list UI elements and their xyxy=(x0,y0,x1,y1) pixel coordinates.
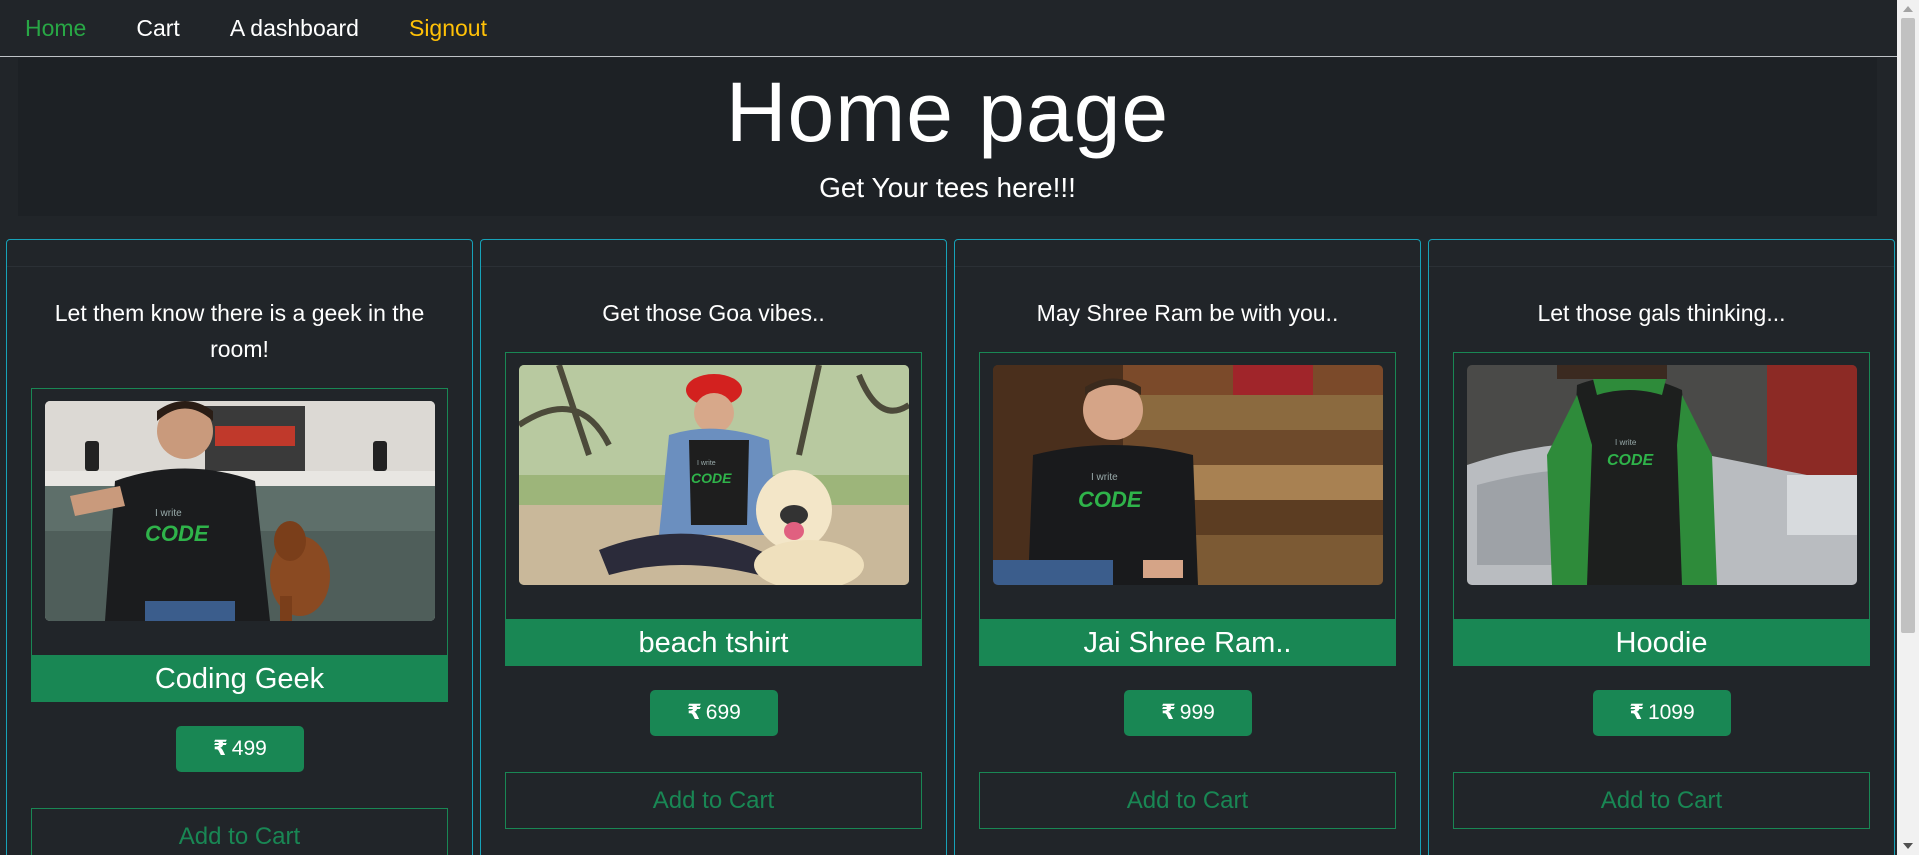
product-description: Get those Goa vibes.. xyxy=(602,300,825,326)
price-button[interactable]: ₹1099 xyxy=(1593,690,1731,736)
price-button[interactable]: ₹999 xyxy=(1124,690,1252,736)
tshirt-print-line2: CODE xyxy=(145,521,210,546)
add-to-cart-button[interactable]: Add to Cart xyxy=(1453,772,1870,829)
rupee-icon: ₹ xyxy=(1161,701,1176,724)
product-description: Let them know there is a geek in the roo… xyxy=(54,300,425,362)
tshirt-print-line1: I write xyxy=(1615,438,1637,447)
tshirt-print-line2: CODE xyxy=(1078,487,1143,512)
page: Home Cart A dashboard Signout Home page … xyxy=(0,0,1919,855)
card-divider xyxy=(7,266,472,267)
card-divider xyxy=(955,266,1420,267)
page-title: Home page xyxy=(725,65,1170,159)
tshirt-print-line2: CODE xyxy=(691,470,732,486)
rupee-icon: ₹ xyxy=(213,737,228,760)
product-title: beach tshirt xyxy=(505,620,922,666)
product-description: May Shree Ram be with you.. xyxy=(1036,300,1339,326)
page-subtitle: Get Your tees here!!! xyxy=(819,172,1076,203)
product-image-frame: I write CODE xyxy=(505,352,922,620)
price-value: 499 xyxy=(231,737,267,760)
product-image: I write CODE xyxy=(45,401,435,621)
product-title: Coding Geek xyxy=(31,656,448,702)
nav-home-link[interactable]: Home xyxy=(25,15,86,42)
product-title: Hoodie xyxy=(1453,620,1870,666)
add-to-cart-button[interactable]: Add to Cart xyxy=(31,808,448,855)
product-image-frame: I write CODE xyxy=(1453,352,1870,620)
scroll-down-icon[interactable] xyxy=(1903,843,1913,849)
product-card: May Shree Ram be with you.. I write CODE… xyxy=(954,239,1421,855)
nav-dashboard-link[interactable]: A dashboard xyxy=(230,15,359,42)
tshirt-print-line2: CODE xyxy=(1607,452,1655,469)
nav-cart-link[interactable]: Cart xyxy=(136,15,179,42)
product-image: I write CODE xyxy=(1467,365,1857,585)
scroll-up-icon[interactable] xyxy=(1903,6,1913,12)
navbar: Home Cart A dashboard Signout xyxy=(0,0,1897,57)
price-button[interactable]: ₹699 xyxy=(650,690,778,736)
card-divider xyxy=(481,266,946,267)
scrollbar-thumb[interactable] xyxy=(1901,18,1915,633)
rupee-icon: ₹ xyxy=(687,701,702,724)
product-description: Let those gals thinking... xyxy=(1537,300,1786,326)
jumbotron: Home page Get Your tees here!!! xyxy=(18,58,1877,216)
product-card: Let them know there is a geek in the roo… xyxy=(6,239,473,855)
product-image: I write CODE xyxy=(519,365,909,585)
price-value: 1099 xyxy=(1647,701,1695,724)
tshirt-print-line1: I write xyxy=(155,508,182,519)
vertical-scrollbar[interactable] xyxy=(1897,0,1919,855)
add-to-cart-button[interactable]: Add to Cart xyxy=(505,772,922,829)
product-image-frame: I write CODE xyxy=(979,352,1396,620)
tshirt-print-line1: I write xyxy=(1091,472,1118,483)
tshirt-print-line1: I write xyxy=(697,460,716,467)
rupee-icon: ₹ xyxy=(1629,701,1644,724)
price-value: 699 xyxy=(705,701,741,724)
product-image-frame: I write CODE xyxy=(31,388,448,656)
product-card: Let those gals thinking... I write CODE xyxy=(1428,239,1895,855)
add-to-cart-button[interactable]: Add to Cart xyxy=(979,772,1396,829)
product-card: Get those Goa vibes.. I write CODE beach… xyxy=(480,239,947,855)
product-title: Jai Shree Ram.. xyxy=(979,620,1396,666)
price-button[interactable]: ₹499 xyxy=(176,726,304,772)
card-divider xyxy=(1429,266,1894,267)
price-value: 999 xyxy=(1179,701,1215,724)
product-image: I write CODE xyxy=(993,365,1383,585)
nav-signout-link[interactable]: Signout xyxy=(409,15,487,42)
